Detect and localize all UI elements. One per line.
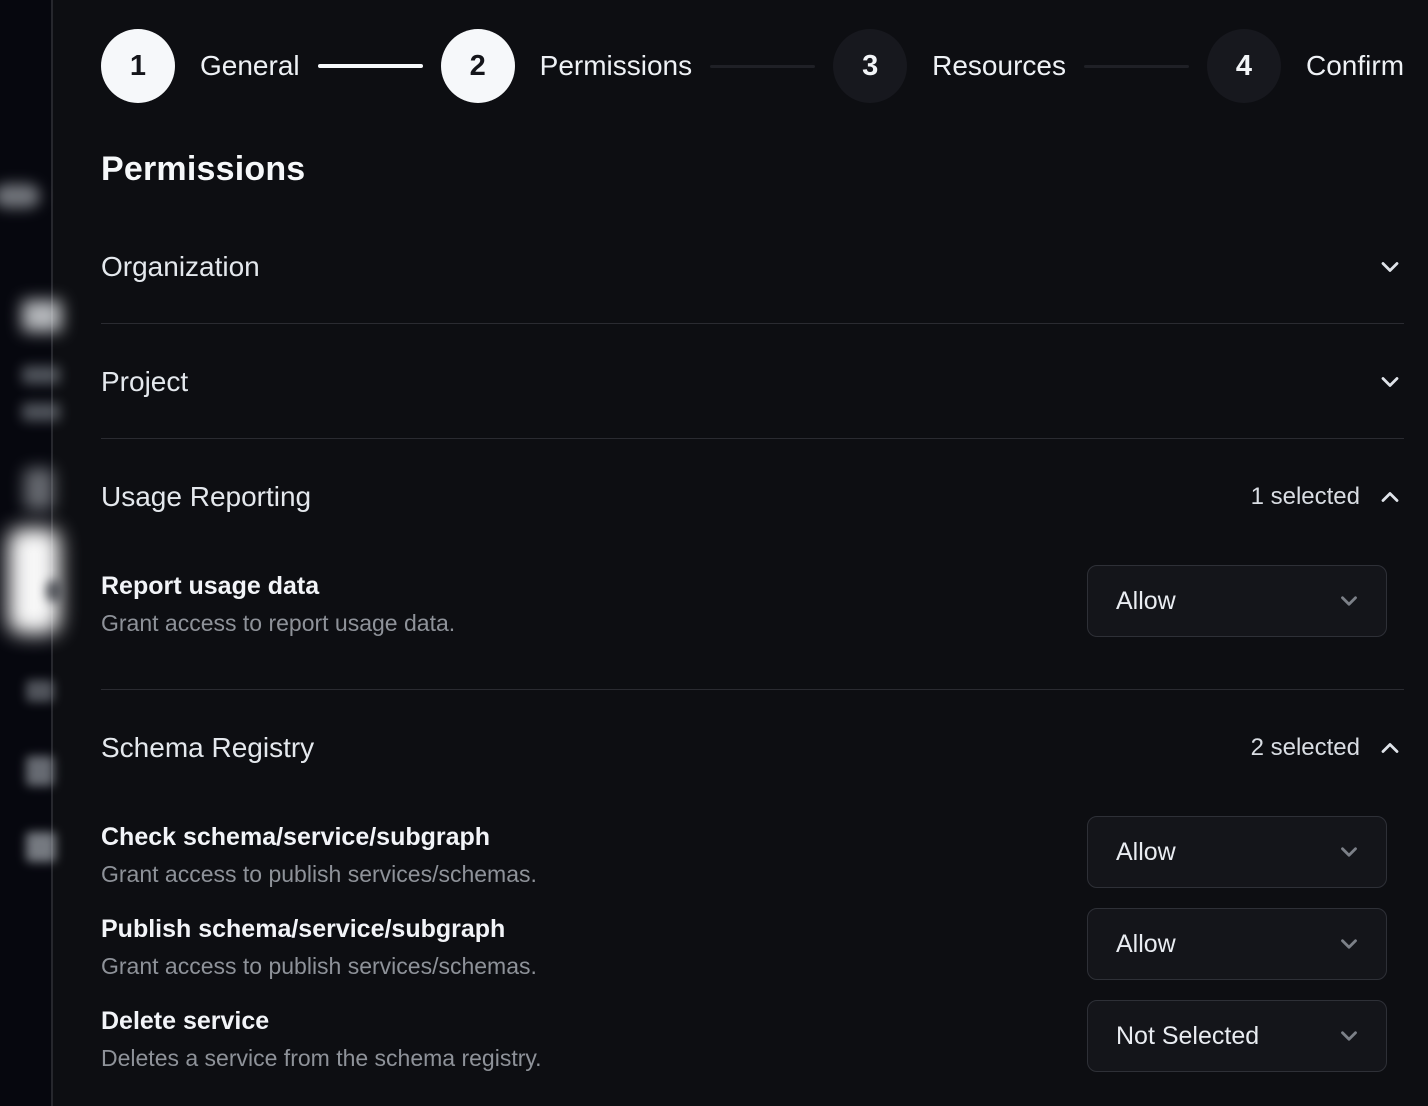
step-confirm[interactable]: 4 Confirm bbox=[1207, 29, 1404, 103]
section-title: Schema Registry bbox=[101, 732, 314, 764]
section-organization: Organization bbox=[101, 209, 1404, 324]
step-general-number: 1 bbox=[101, 29, 175, 103]
sidebar-blurred-label bbox=[0, 184, 40, 208]
permission-row-publish-schema: Publish schema/service/subgraph Grant ac… bbox=[101, 908, 1404, 980]
permission-description: Grant access to publish services/schemas… bbox=[101, 860, 537, 888]
section-schema-registry: Schema Registry 2 selected Check schema/… bbox=[101, 690, 1404, 1100]
permission-value-select[interactable]: Allow bbox=[1087, 908, 1387, 980]
sidebar-blurred-text-line bbox=[26, 832, 56, 862]
section-usage-reporting: Usage Reporting 1 selected Report usage … bbox=[101, 439, 1404, 690]
select-value: Not Selected bbox=[1116, 1022, 1259, 1051]
step-general-label: General bbox=[200, 50, 300, 82]
step-resources-label: Resources bbox=[932, 50, 1066, 82]
permission-title: Report usage data bbox=[101, 571, 455, 601]
step-confirm-number: 4 bbox=[1207, 29, 1281, 103]
section-schema-registry-header[interactable]: Schema Registry 2 selected bbox=[101, 690, 1404, 764]
chevron-down-icon bbox=[1336, 931, 1362, 957]
chevron-up-icon bbox=[1376, 483, 1404, 511]
section-usage-reporting-header[interactable]: Usage Reporting 1 selected bbox=[101, 439, 1404, 513]
step-resources-number: 3 bbox=[833, 29, 907, 103]
step-permissions-label: Permissions bbox=[540, 50, 692, 82]
permission-row-delete-service: Delete service Deletes a service from th… bbox=[101, 1000, 1404, 1072]
chevron-down-icon bbox=[1336, 839, 1362, 865]
permission-sections: Organization Project bbox=[101, 209, 1404, 1100]
permission-description: Grant access to report usage data. bbox=[101, 609, 455, 637]
permission-value-select[interactable]: Allow bbox=[1087, 816, 1387, 888]
permission-title: Publish schema/service/subgraph bbox=[101, 914, 537, 944]
select-value: Allow bbox=[1116, 587, 1176, 616]
permission-row-report-usage-data: Report usage data Grant access to report… bbox=[101, 565, 1404, 637]
step-permissions[interactable]: 2 Permissions bbox=[441, 29, 692, 103]
page-title: Permissions bbox=[101, 149, 1404, 189]
step-resources[interactable]: 3 Resources bbox=[833, 29, 1066, 103]
permission-value-select[interactable]: Not Selected bbox=[1087, 1000, 1387, 1072]
permission-description: Deletes a service from the schema regist… bbox=[101, 1044, 542, 1072]
step-connector bbox=[710, 65, 815, 68]
step-connector bbox=[1084, 65, 1189, 68]
chevron-down-icon bbox=[1376, 368, 1404, 396]
permission-title: Check schema/service/subgraph bbox=[101, 822, 537, 852]
select-value: Allow bbox=[1116, 930, 1176, 959]
section-project-header[interactable]: Project bbox=[101, 324, 1404, 438]
section-project: Project bbox=[101, 324, 1404, 439]
chevron-down-icon bbox=[1336, 1023, 1362, 1049]
section-title: Usage Reporting bbox=[101, 481, 311, 513]
selected-count-badge: 2 selected bbox=[1251, 734, 1360, 762]
permission-row-check-schema: Check schema/service/subgraph Grant acce… bbox=[101, 816, 1404, 888]
select-value: Allow bbox=[1116, 838, 1176, 867]
section-title: Organization bbox=[101, 251, 260, 283]
section-organization-header[interactable]: Organization bbox=[101, 209, 1404, 323]
chevron-down-icon bbox=[1376, 253, 1404, 281]
step-confirm-label: Confirm bbox=[1306, 50, 1404, 82]
sidebar-blurred-text-line bbox=[26, 680, 54, 702]
sidebar-blurred-heading bbox=[22, 300, 62, 332]
background-sidebar bbox=[0, 0, 53, 1106]
sidebar-blurred-text-line bbox=[22, 366, 60, 384]
sidebar-blurred-text-line bbox=[22, 403, 60, 421]
permission-value-select[interactable]: Allow bbox=[1087, 565, 1387, 637]
step-connector bbox=[318, 64, 423, 68]
step-permissions-number: 2 bbox=[441, 29, 515, 103]
chevron-down-icon bbox=[1336, 588, 1362, 614]
section-title: Project bbox=[101, 366, 188, 398]
permission-description: Grant access to publish services/schemas… bbox=[101, 952, 537, 980]
step-general[interactable]: 1 General bbox=[101, 29, 300, 103]
sidebar-blurred-icon bbox=[24, 468, 54, 510]
chevron-up-icon bbox=[1376, 734, 1404, 762]
sidebar-blurred-tile-glyph bbox=[46, 580, 62, 602]
wizard-stepper: 1 General 2 Permissions 3 Resources 4 Co… bbox=[101, 27, 1404, 105]
permission-title: Delete service bbox=[101, 1006, 542, 1036]
create-key-wizard-modal: 1 General 2 Permissions 3 Resources 4 Co… bbox=[55, 0, 1428, 1106]
sidebar-blurred-text-line bbox=[26, 756, 54, 786]
selected-count-badge: 1 selected bbox=[1251, 483, 1360, 511]
